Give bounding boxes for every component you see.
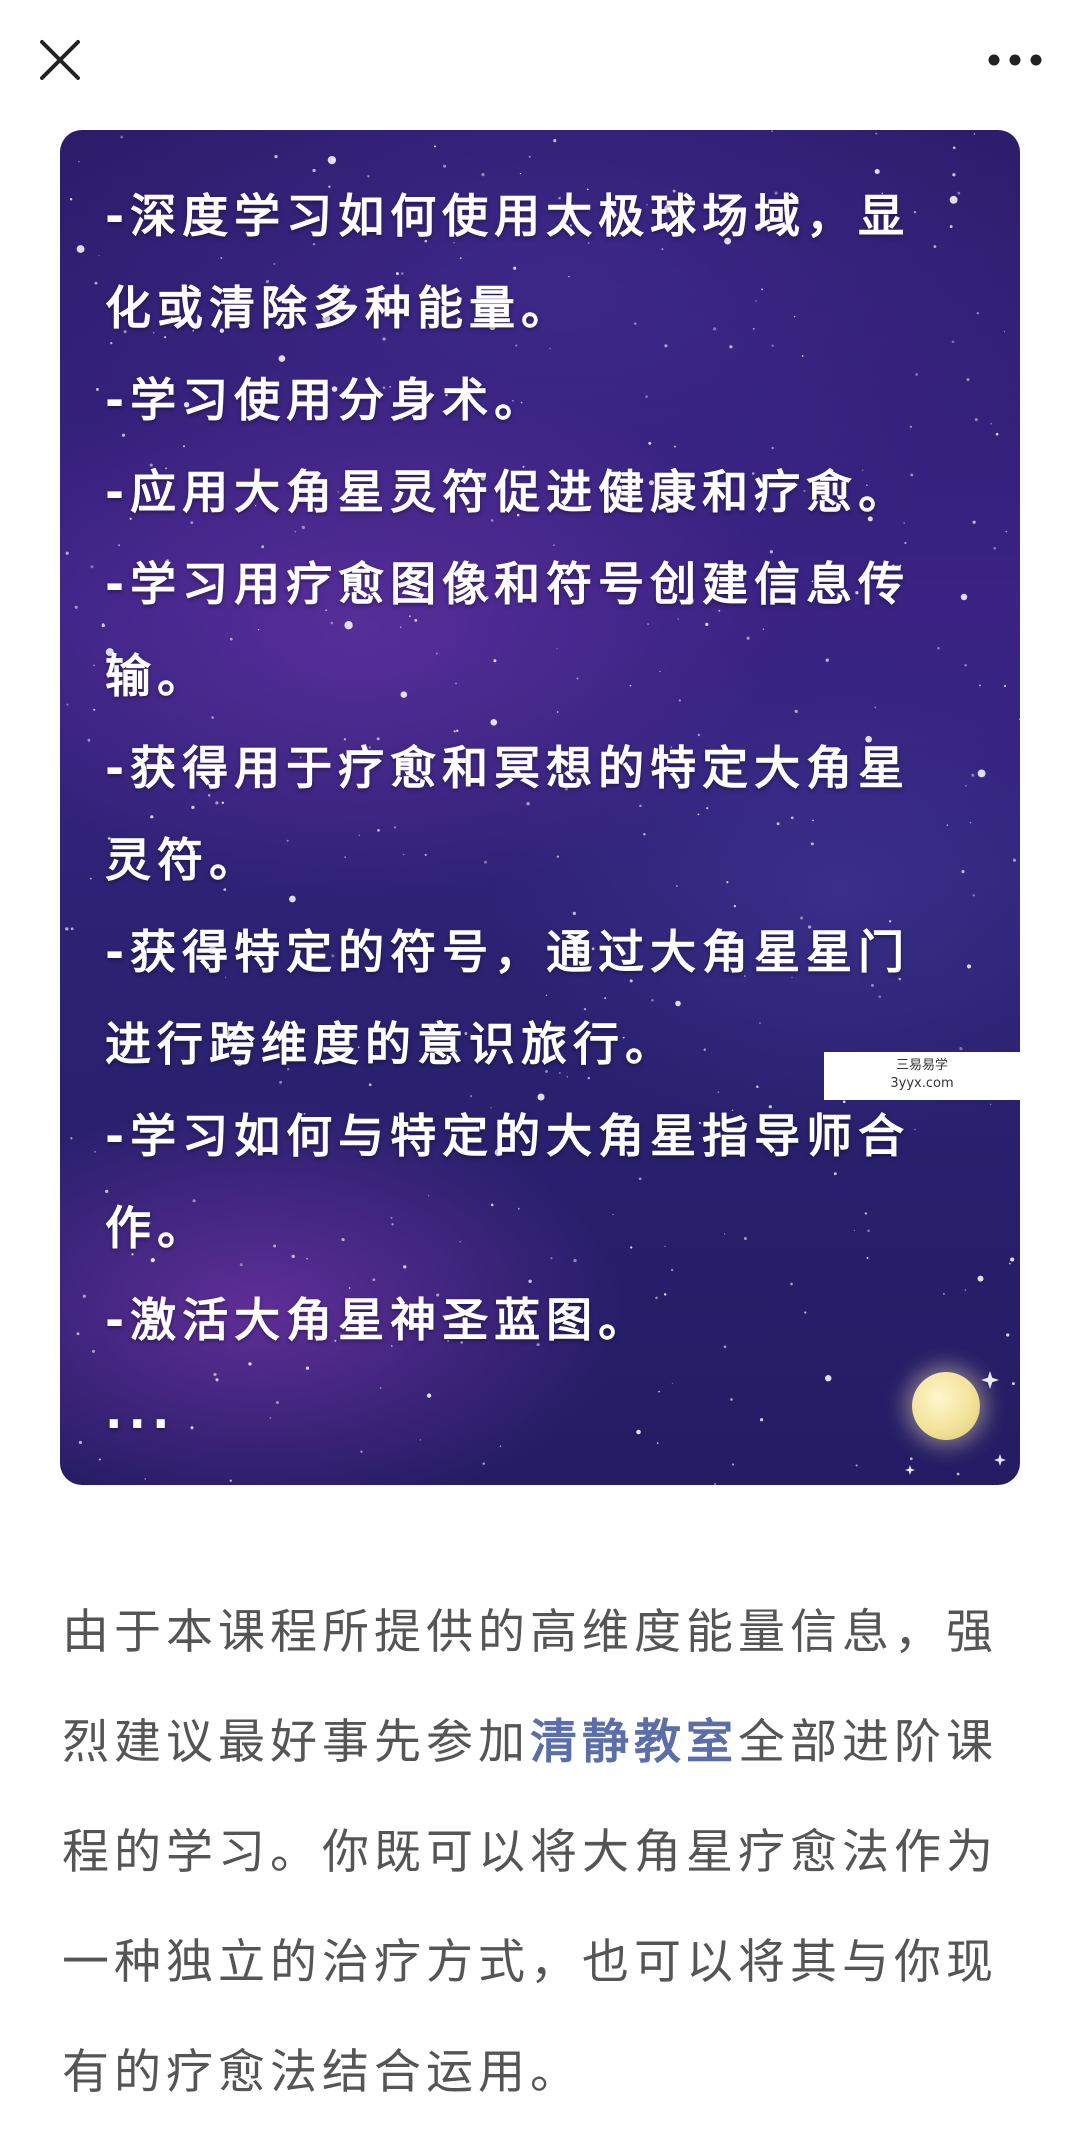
star — [76, 1332, 80, 1336]
star — [952, 146, 956, 150]
body-paragraph: 由于本课程所提供的高维度能量信息，强 烈建议最好事先参加清静教室全部进阶课 程的… — [62, 1578, 1022, 2128]
feature-line: -学习如何与特定的大角星指导师合 — [105, 1109, 911, 1163]
star — [771, 130, 773, 132]
star — [434, 145, 436, 148]
feature-line: -深度学习如何使用太极球场域，显 — [105, 189, 911, 243]
star — [229, 1479, 232, 1482]
close-icon — [40, 40, 80, 80]
star — [989, 1103, 992, 1106]
feature-line: -应用大角星灵符促进健康和疗愈。 — [105, 465, 911, 519]
feature-line: -学习用疗愈图像和符号创建信息传 — [105, 557, 911, 611]
star — [875, 132, 878, 135]
paragraph-line: 烈建议最好事先参加清静教室全部进阶课 — [62, 1688, 1022, 1798]
star — [65, 551, 69, 555]
star — [1003, 684, 1007, 688]
star — [92, 1349, 95, 1353]
course-features-list: -深度学习如何使用太极球场域，显 化或清除多种能量。 -学习使用分身术。 -应用… — [105, 170, 985, 1458]
sparkle-icon — [905, 1465, 915, 1475]
star — [482, 1462, 485, 1465]
star — [93, 708, 96, 711]
starry-course-image: -深度学习如何使用太极球场域，显 化或清除多种能量。 -学习使用分身术。 -应用… — [60, 130, 1020, 1485]
feature-line: 输。 — [105, 649, 209, 703]
star — [70, 927, 74, 931]
star — [1010, 1257, 1015, 1262]
star — [528, 155, 531, 158]
moon-icon — [912, 1372, 980, 1440]
star — [327, 155, 337, 165]
feature-line: -获得用于疗愈和冥想的特定大角星 — [105, 741, 911, 795]
star — [98, 254, 100, 257]
star — [1011, 1382, 1015, 1386]
star — [1006, 1333, 1010, 1337]
feature-line: -获得特定的符号，通过大角星星门 — [105, 925, 911, 979]
star — [1019, 718, 1020, 721]
feature-line: -激活大角星神圣蓝图。 — [105, 1293, 651, 1347]
star — [66, 703, 69, 706]
feature-line: 化或清除多种能量。 — [105, 281, 573, 335]
star — [990, 422, 993, 425]
star — [973, 133, 976, 135]
sparkle-icon — [994, 1454, 1006, 1466]
star — [995, 432, 999, 436]
paragraph-text: 全部进阶课 — [738, 1715, 998, 1770]
star — [120, 135, 124, 139]
close-button[interactable] — [30, 30, 90, 90]
paragraph-line: 由于本课程所提供的高维度能量信息，强 — [62, 1605, 998, 1660]
star — [87, 738, 91, 742]
star — [78, 1440, 83, 1445]
watermark-name: 三易易学 — [895, 1058, 948, 1073]
star — [74, 605, 78, 609]
star — [82, 1294, 86, 1298]
feature-line: -学习使用分身术。 — [105, 373, 547, 427]
feature-ellipsis: ... — [105, 1385, 176, 1439]
star — [144, 1478, 146, 1480]
star — [69, 198, 73, 201]
watermark: 三易易学 3yyx.com — [824, 1052, 1020, 1100]
star — [1003, 331, 1006, 333]
star — [95, 387, 99, 391]
star — [89, 877, 92, 880]
star — [65, 927, 69, 931]
star — [94, 281, 98, 285]
star — [553, 139, 557, 143]
star — [855, 1464, 858, 1467]
feature-line: 灵符。 — [105, 833, 261, 887]
feature-line: 作。 — [105, 1201, 209, 1255]
top-bar — [0, 0, 1080, 125]
star — [1012, 858, 1017, 862]
watermark-url: 3yyx.com — [890, 1076, 954, 1091]
star — [443, 164, 447, 168]
more-horizontal-icon — [988, 54, 1042, 66]
star — [714, 1482, 717, 1485]
star — [78, 161, 80, 163]
more-options-button[interactable] — [980, 30, 1050, 90]
star — [731, 1463, 735, 1466]
quiet-classroom-link[interactable]: 清静教室 — [530, 1715, 738, 1770]
star — [1008, 1262, 1011, 1265]
star — [93, 664, 95, 667]
paragraph-line: 程的学习。你既可以将大角星疗愈法作为 — [62, 1825, 998, 1880]
star — [76, 245, 85, 253]
star — [1005, 530, 1008, 533]
star — [90, 565, 94, 569]
star — [70, 1137, 73, 1140]
paragraph-line: 有的疗愈法结合运用。 — [62, 2045, 582, 2100]
star — [274, 154, 278, 159]
paragraph-line: 一种独立的治疗方式，也可以将其与你现 — [62, 1935, 998, 1990]
star — [993, 546, 997, 550]
star — [956, 1472, 960, 1476]
star — [98, 1458, 101, 1461]
paragraph-text: 烈建议最好事先参加 — [62, 1715, 530, 1770]
star — [93, 1150, 96, 1153]
